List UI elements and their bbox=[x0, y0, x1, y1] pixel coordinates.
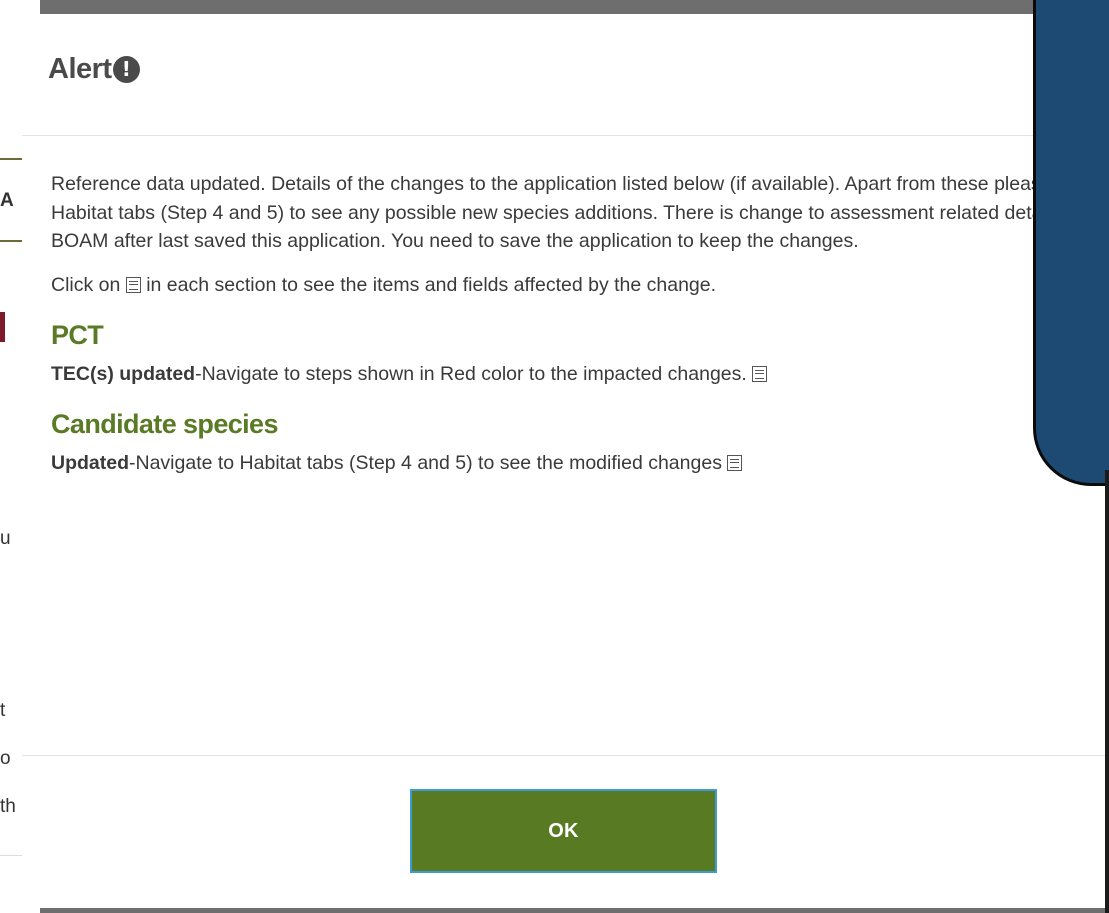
background-text-fragment: th bbox=[0, 796, 16, 817]
list-details-icon bbox=[125, 276, 141, 293]
background-text-fragment: o bbox=[0, 748, 11, 769]
background-text-fragment: t bbox=[0, 700, 6, 721]
section-pct-text: TEC(s) updated-Navigate to steps shown i… bbox=[51, 360, 1092, 388]
modal-footer: OK bbox=[22, 755, 1109, 908]
alert-modal: Alert! Reference data updated. Details o… bbox=[22, 14, 1109, 908]
section-candidate-species-text: Updated-Navigate to Habitat tabs (Step 4… bbox=[51, 449, 1092, 477]
click-instruction-prefix: Click on bbox=[51, 273, 121, 296]
window-edge bbox=[1105, 470, 1109, 913]
section-heading-candidate-species: Candidate species bbox=[51, 408, 279, 439]
background-marker bbox=[0, 312, 5, 342]
exclamation-circle-icon: ! bbox=[112, 56, 140, 83]
section-candidate-species-description: -Navigate to Habitat tabs (Step 4 and 5)… bbox=[129, 451, 722, 474]
click-instruction-suffix: in each section to see the items and fie… bbox=[146, 273, 717, 296]
ok-button[interactable]: OK bbox=[410, 789, 717, 873]
section-candidate-species-status: Updated bbox=[51, 451, 129, 474]
intro-text: Reference data updated. Details of the c… bbox=[51, 173, 1091, 252]
modal-title-text: Alert bbox=[48, 53, 112, 85]
list-details-icon[interactable] bbox=[752, 365, 768, 382]
modal-title: Alert! bbox=[48, 53, 140, 86]
background-text-fragment: u bbox=[0, 528, 11, 549]
section-pct-status: TEC(s) updated bbox=[51, 362, 196, 385]
overlay-panel bbox=[1033, 0, 1109, 486]
modal-body: Reference data updated. Details of the c… bbox=[22, 136, 1109, 477]
modal-header: Alert! bbox=[22, 14, 1109, 136]
section-heading-pct: PCT bbox=[51, 319, 104, 350]
section-pct-description: -Navigate to steps shown in Red color to… bbox=[195, 362, 747, 385]
background-text-fragment: A bbox=[0, 190, 14, 211]
click-instruction: Click on in each section to see the item… bbox=[51, 271, 1092, 299]
list-details-icon[interactable] bbox=[727, 454, 743, 471]
